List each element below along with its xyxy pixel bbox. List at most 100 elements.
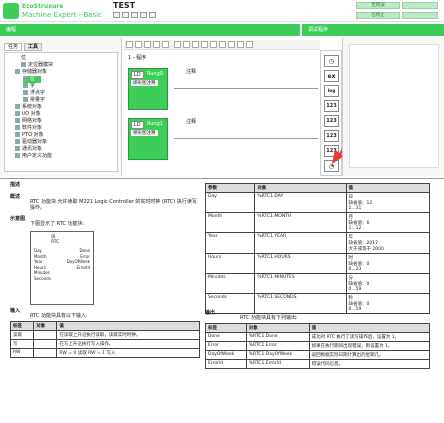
tree-item-network-objects[interactable]: 网络对象 xyxy=(15,118,42,125)
tree-item-pto-objects[interactable]: PTO 对象 xyxy=(15,132,44,139)
input-table-cell: 在写上升沿执行写入操作。 xyxy=(56,339,200,349)
variable-table-header-cell: 参数 xyxy=(204,183,256,193)
input-table-header-cell: 值 xyxy=(56,321,200,331)
save-icon[interactable] xyxy=(131,12,138,18)
input-table: 标签 对象值 读取 在读取上升沿执行读取，读取实时时钟。写在写上升沿执行写入操作。 R… xyxy=(9,321,200,358)
tree-item-locator[interactable]: 定位器模块 xyxy=(21,62,53,69)
output-table-cell: Done xyxy=(205,332,247,342)
open-icon[interactable] xyxy=(122,12,129,18)
variable-table-row: Month %RTC1.MONTH 月 缺省值：6 1...12 xyxy=(204,212,430,233)
input-table-cell: 写 xyxy=(9,339,35,349)
variable-table-cell: %RTC1.SECONDS xyxy=(254,293,347,314)
toolbar-timer-icon[interactable] xyxy=(192,41,199,48)
system-icon xyxy=(15,104,20,109)
variable-table-cell: %RTC1.DAY xyxy=(254,192,347,213)
toolbar-function-icon[interactable] xyxy=(210,41,217,48)
locator-icon xyxy=(21,62,26,67)
input-table-header: 标签 对象值 xyxy=(9,321,200,331)
rung-0-header[interactable]: LD Rung0 梯形图注释 xyxy=(128,68,168,110)
tree-item-bit[interactable]: 位 xyxy=(21,55,26,62)
tree-item-memory-objects[interactable]: 存储器对象 xyxy=(15,69,47,76)
output-table-cell: %RTC1.DayOfWeek xyxy=(245,350,310,360)
toolbar-misc3-icon[interactable] xyxy=(246,41,253,48)
debug-tab[interactable]: 调试程序 xyxy=(302,24,444,36)
new-icon[interactable] xyxy=(113,12,120,18)
toolbar-compare-icon[interactable] xyxy=(174,41,181,48)
app-name: Machine Expert - Basic xyxy=(22,11,102,19)
pto-icon xyxy=(15,132,20,137)
section-description: 描述 xyxy=(10,182,21,188)
tree-item-system-objects[interactable]: 系统对象 xyxy=(15,104,42,111)
palette-clock-icon[interactable]: ◷ xyxy=(324,55,339,67)
tree-item-io-objects[interactable]: I/O 对象 xyxy=(15,111,41,118)
tree-item-drive-objects[interactable]: 驱动器对象 xyxy=(15,139,47,146)
fb-out-pins: Done Error DayOfWeek ErrorId xyxy=(66,248,90,270)
output-table-cell: ErrorId xyxy=(205,359,247,369)
print-icon[interactable] xyxy=(140,12,147,18)
variable-table-header: 参数 对象值 xyxy=(204,183,430,193)
output-table-row: ErrorId %RTC1.ErrorId 错误代码信息。 xyxy=(205,359,431,369)
tree-item-user-functions[interactable]: 用户定义功能 xyxy=(15,153,52,160)
rung-1-line xyxy=(174,138,318,139)
tree-item-float-word[interactable]: 浮点字 xyxy=(23,90,45,97)
tree-item-comm-objects[interactable]: 通讯对象 xyxy=(15,146,42,153)
toolbar-pencil-icon[interactable] xyxy=(162,41,169,48)
toolbar-coil-icon[interactable] xyxy=(135,41,142,48)
toolbar-block-icon[interactable] xyxy=(219,41,226,48)
right-panel xyxy=(342,38,444,176)
palette-ex-icon[interactable]: ex xyxy=(324,70,339,82)
status-indicator-1 xyxy=(402,2,438,9)
undo-icon[interactable] xyxy=(149,12,156,18)
variable-table-row: Hours %RTC1.HOURS 时 缺省值：0 0...23 xyxy=(204,253,430,274)
output-table-cell: DayOfWeek xyxy=(205,350,247,360)
ladder-editor: 1 - 程序 LD Rung0 梯形图注释 注释 LD Rung1 梯形图注释 … xyxy=(124,38,320,176)
float-word-icon xyxy=(23,90,28,95)
pictogram-text: 下图显示了 RTC 功能块: xyxy=(30,221,85,227)
rung-0-comment[interactable]: 注释 xyxy=(186,68,196,75)
tab-tasks[interactable]: 任务 xyxy=(4,43,23,51)
rung-1-lang[interactable]: LD xyxy=(131,121,144,129)
variable-table-cell: %RTC1.YEAR xyxy=(254,232,347,254)
toolbar-misc-icon[interactable] xyxy=(228,41,235,48)
document-title: TEST xyxy=(113,1,136,10)
tree-view: 位 定位器模块 存储器对象 位 字 浮点字 常量字 系统对象 I/O 对象 网络… xyxy=(4,52,118,172)
drive-icon xyxy=(15,139,20,144)
rung-1-header[interactable]: LD Rung1 梯形图注释 xyxy=(128,118,168,160)
output-table-row: Done %RTC1.Done 成功对 RTC 执行了读写操作后，设置为 1。 xyxy=(205,332,431,342)
rung-1-comment[interactable]: 注释 xyxy=(186,118,196,125)
toolbar-branch-icon[interactable] xyxy=(144,41,151,48)
programming-tab[interactable]: 编程 xyxy=(0,24,300,36)
bit-icon xyxy=(23,76,28,81)
toolbar-wire-icon[interactable] xyxy=(153,41,160,48)
input-table-header-cell: 标签 xyxy=(9,321,35,331)
tree-item-word[interactable]: 字 xyxy=(23,83,35,90)
variable-table-cell: Minutes xyxy=(204,273,256,294)
program-step-label: 1 - 程序 xyxy=(128,55,147,61)
input-table-cell xyxy=(33,348,58,358)
output-table-header: 标签 对象值 xyxy=(205,323,431,333)
variable-table-cell: 分 缺省值：0 0...59 xyxy=(345,273,430,294)
variable-table-row: Year %RTC1.YEAR 年 缺省值：2017 大于或等于 2000 xyxy=(204,232,430,254)
variable-table-cell: Year xyxy=(204,232,256,254)
tree-item-memory-bit[interactable]: 位 xyxy=(23,76,42,83)
toolbar-contact-icon[interactable] xyxy=(126,41,133,48)
rung-0-lang[interactable]: LD xyxy=(131,71,144,79)
input-table-row: 写 在写上升沿执行写入操作。 xyxy=(9,339,200,349)
variable-table-row: Seconds %RTC1.SECONDS 秒 缺省值：0 0...59 xyxy=(204,293,430,314)
variable-table-cell: 日 缺省值：12 1...31 xyxy=(345,192,430,213)
input-table-cell: 在读取上升沿执行读取，读取实时时钟。 xyxy=(56,330,200,340)
fb-name: RTC xyxy=(51,240,60,245)
tree-item-software-objects[interactable]: 软件对象 xyxy=(15,125,42,132)
rtc-function-block: 块 RTC Day Month Year Hours Minutes Secon… xyxy=(30,231,94,305)
variable-table-cell: %RTC1.HOURS xyxy=(254,253,347,274)
toolbar-counter-icon[interactable] xyxy=(201,41,208,48)
tree-item-constant-word[interactable]: 常量字 xyxy=(23,97,45,104)
rung-0-code-label[interactable]: 梯形图注释 xyxy=(131,80,158,86)
toolbar-misc2-icon[interactable] xyxy=(237,41,244,48)
input-intro: RTC 功能块具有以下输入: xyxy=(30,313,88,319)
variable-table-cell: %RTC1.MINUTES xyxy=(254,273,347,294)
title-bar: EcoStruxure Machine Expert - Basic TEST … xyxy=(0,0,444,22)
toolbar-operate-icon[interactable] xyxy=(183,41,190,48)
rung-1-code-label[interactable]: 梯形图注释 xyxy=(131,130,158,136)
tab-tools[interactable]: 工具 xyxy=(24,43,43,51)
